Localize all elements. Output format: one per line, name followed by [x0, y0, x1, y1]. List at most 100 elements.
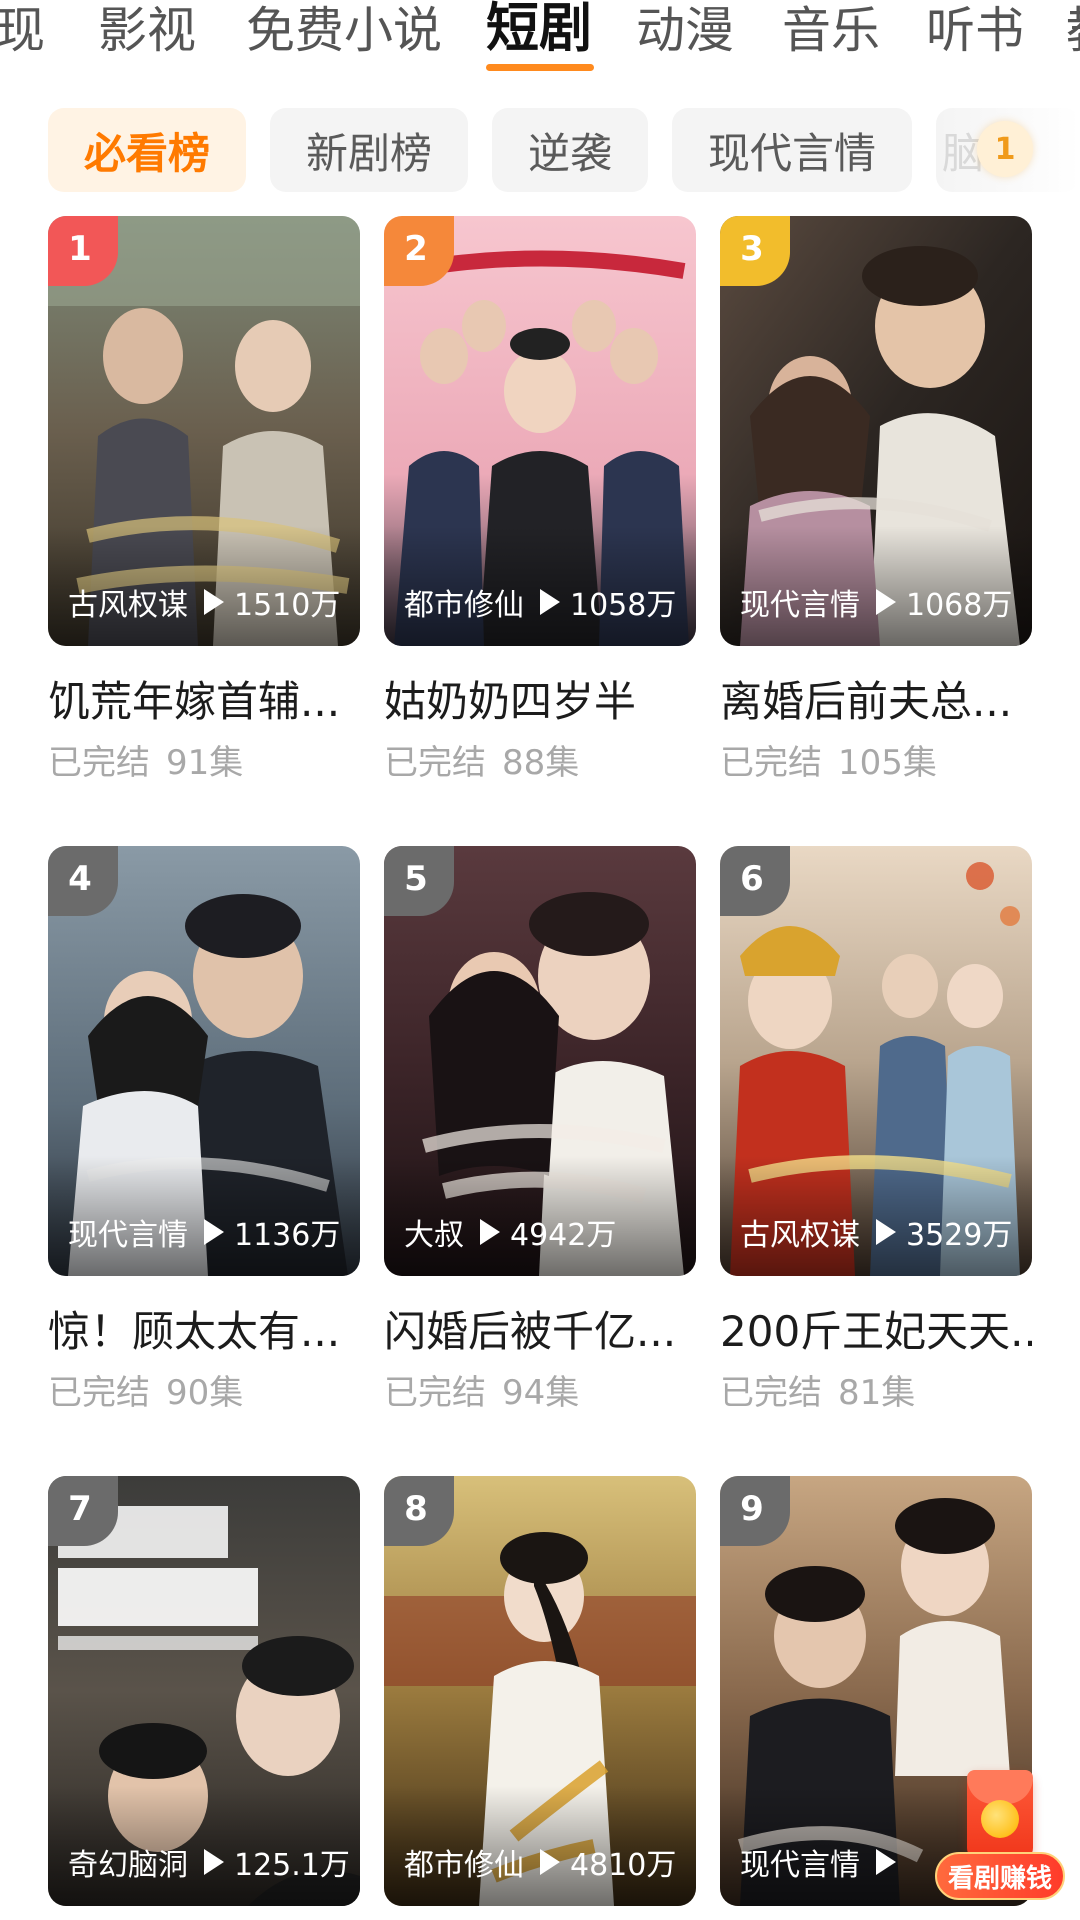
episode-count: 105集 — [838, 743, 937, 783]
poster-meta: 奇幻脑洞 125.1万 — [68, 1840, 350, 1884]
drama-card[interactable]: 2 都市修仙 1058万 姑奶奶四岁半 已完结 88集 — [384, 216, 696, 784]
play-icon — [204, 1219, 224, 1245]
card-title[interactable]: 闪婚后被千亿... — [384, 1306, 696, 1358]
tab-xian[interactable]: 现 — [0, 2, 45, 60]
tab-anime[interactable]: 动漫 — [636, 2, 734, 60]
filter-chips: 必看榜 新剧榜 逆袭 现代言情 脑 — [0, 108, 1080, 194]
chip-must-watch[interactable]: 必看榜 — [48, 108, 246, 192]
tab-education[interactable]: 教 — [1066, 2, 1080, 60]
top-category-tabs: 现 影视 免费小说 短剧 动漫 音乐 听书 教 — [0, 0, 1080, 90]
notification-badge[interactable]: 1 — [977, 121, 1033, 177]
tab-short-drama[interactable]: 短剧 — [486, 0, 592, 58]
tab-music[interactable]: 音乐 — [782, 2, 880, 60]
poster[interactable]: 4 现代言情 1136万 — [48, 846, 360, 1276]
play-count: 1510万 — [234, 588, 341, 623]
drama-card[interactable]: 5 大叔 4942万 闪婚后被千亿... 已完结 94集 — [384, 846, 696, 1414]
rank-badge: 6 — [720, 846, 790, 916]
card-title[interactable]: 离婚后前夫总... — [720, 676, 1032, 728]
genre-label: 古风权谋 — [68, 588, 188, 623]
chip-modern-romance[interactable]: 现代言情 — [672, 108, 912, 192]
rank-badge: 3 — [720, 216, 790, 286]
poster[interactable]: 1 古风权谋 1510万 — [48, 216, 360, 646]
play-count: 1058万 — [570, 588, 677, 623]
episode-count: 91集 — [166, 743, 244, 783]
genre-label: 现代言情 — [740, 588, 860, 623]
play-count: 4942万 — [510, 1218, 617, 1253]
genre-label: 奇幻脑洞 — [68, 1848, 188, 1883]
chip-new-drama[interactable]: 新剧榜 — [270, 108, 468, 192]
poster-meta: 都市修仙 4810万 — [404, 1840, 676, 1884]
play-icon — [876, 589, 896, 615]
chip-comeback[interactable]: 逆袭 — [492, 108, 648, 192]
rank-badge: 8 — [384, 1476, 454, 1546]
status-label: 已完结 — [48, 1373, 150, 1413]
card-title[interactable]: 惊！顾太太有... — [48, 1306, 360, 1358]
poster-meta: 现代言情 — [740, 1840, 896, 1884]
status-label: 已完结 — [384, 1373, 486, 1413]
play-count: 1136万 — [234, 1218, 341, 1253]
play-count: 125.1万 — [234, 1848, 350, 1883]
watch-earn-button[interactable]: 看剧赚钱 — [935, 1770, 1065, 1910]
episode-count: 81集 — [838, 1373, 916, 1413]
drama-card[interactable]: 8 都市修仙 4810万 — [384, 1476, 696, 1906]
card-subtitle: 已完结 90集 — [48, 1372, 360, 1414]
poster-meta: 现代言情 1136万 — [68, 1210, 340, 1254]
card-title[interactable]: 姑奶奶四岁半 — [384, 676, 696, 728]
poster[interactable]: 2 都市修仙 1058万 — [384, 216, 696, 646]
poster[interactable]: 6 古风权谋 3529万 — [720, 846, 1032, 1276]
play-icon — [876, 1849, 896, 1875]
poster-meta: 大叔 4942万 — [404, 1210, 616, 1254]
episode-count: 94集 — [502, 1373, 580, 1413]
watch-earn-label: 看剧赚钱 — [935, 1852, 1065, 1900]
card-subtitle: 已完结 94集 — [384, 1372, 696, 1414]
genre-label: 古风权谋 — [740, 1218, 860, 1253]
drama-card[interactable]: 3 现代言情 1068万 离婚后前夫总... 已完结 105集 — [720, 216, 1032, 784]
drama-card[interactable]: 1 古风权谋 1510万 饥荒年嫁首辅... 已完结 91集 — [48, 216, 360, 784]
card-subtitle: 已完结 105集 — [720, 742, 1032, 784]
drama-card[interactable]: 7 奇幻脑洞 125.1万 — [48, 1476, 360, 1906]
status-label: 已完结 — [720, 743, 822, 783]
play-icon — [480, 1219, 500, 1245]
rank-badge: 7 — [48, 1476, 118, 1546]
card-title[interactable]: 饥荒年嫁首辅... — [48, 676, 360, 728]
rank-badge: 9 — [720, 1476, 790, 1546]
genre-label: 大叔 — [404, 1218, 464, 1253]
card-title[interactable]: 200斤王妃天天... — [720, 1306, 1032, 1358]
poster[interactable]: 8 都市修仙 4810万 — [384, 1476, 696, 1906]
status-label: 已完结 — [384, 743, 486, 783]
rank-badge: 4 — [48, 846, 118, 916]
status-label: 已完结 — [48, 743, 150, 783]
card-subtitle: 已完结 81集 — [720, 1372, 1032, 1414]
play-icon — [876, 1219, 896, 1245]
genre-label: 现代言情 — [68, 1218, 188, 1253]
play-icon — [204, 1849, 224, 1875]
play-count: 1068万 — [906, 588, 1013, 623]
poster-meta: 古风权谋 3529万 — [740, 1210, 1012, 1254]
card-subtitle: 已完结 88集 — [384, 742, 696, 784]
drama-card[interactable]: 4 现代言情 1136万 惊！顾太太有... 已完结 90集 — [48, 846, 360, 1414]
coin-icon — [981, 1800, 1019, 1838]
play-icon — [540, 589, 560, 615]
episode-count: 90集 — [166, 1373, 244, 1413]
rank-badge: 5 — [384, 846, 454, 916]
poster[interactable]: 7 奇幻脑洞 125.1万 — [48, 1476, 360, 1906]
play-icon — [204, 589, 224, 615]
episode-count: 88集 — [502, 743, 580, 783]
rank-badge: 1 — [48, 216, 118, 286]
poster[interactable]: 5 大叔 4942万 — [384, 846, 696, 1276]
poster[interactable]: 3 现代言情 1068万 — [720, 216, 1032, 646]
tab-free-novels[interactable]: 免费小说 — [246, 2, 442, 60]
play-count: 3529万 — [906, 1218, 1013, 1253]
play-count: 4810万 — [570, 1848, 677, 1883]
card-subtitle: 已完结 91集 — [48, 742, 360, 784]
poster-meta: 古风权谋 1510万 — [68, 580, 340, 624]
tab-audiobooks[interactable]: 听书 — [926, 2, 1024, 60]
tab-film-tv[interactable]: 影视 — [98, 2, 196, 60]
play-icon — [540, 1849, 560, 1875]
drama-card[interactable]: 6 古风权谋 3529万 200斤王妃天天... 已完结 81集 — [720, 846, 1032, 1414]
poster-meta: 现代言情 1068万 — [740, 580, 1012, 624]
genre-label: 都市修仙 — [404, 1848, 524, 1883]
poster-meta: 都市修仙 1058万 — [404, 580, 676, 624]
active-tab-indicator — [486, 64, 594, 71]
genre-label: 现代言情 — [740, 1848, 860, 1883]
